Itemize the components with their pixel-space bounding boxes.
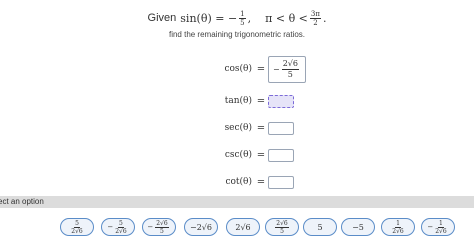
given-bound-numerator: 3π: [309, 9, 321, 19]
cos-answer-field[interactable]: − 2√6 5: [268, 55, 306, 83]
chip-text: 5: [317, 222, 323, 232]
row-tan: tan(θ) =: [0, 89, 474, 113]
sec-label: sec(θ): [224, 123, 252, 133]
tan-label: tan(θ): [224, 96, 252, 106]
given-statement: Given sin(θ) = − 1 5 , π < θ < 3π 2 .: [0, 6, 474, 30]
options-header: ect an option: [0, 196, 474, 208]
given-label: Given: [147, 12, 177, 24]
cot-label: cot(θ): [225, 177, 252, 187]
given-bound-fraction: 3π 2: [309, 9, 321, 27]
option-chip-2sqrt6[interactable]: 2√6: [226, 218, 260, 236]
row-cot: cot(θ) =: [0, 170, 474, 194]
options-label: ect an option: [0, 197, 44, 206]
chip-text: −2√6: [190, 222, 212, 232]
cos-answer-numerator: 2√6: [281, 58, 299, 70]
chip-numerator: 1: [395, 219, 401, 228]
chip-denominator: 2√6: [115, 227, 127, 235]
option-chip-neg-2sqrt6-over-5[interactable]: − 2√6 5: [142, 218, 176, 236]
chip-fraction: 2√6 5: [155, 219, 169, 235]
row-cos: cos(θ) = − 2√6 5: [0, 55, 474, 83]
chip-fraction: 1 2√6: [435, 220, 446, 235]
chip-sign: −: [107, 223, 114, 231]
chip-fraction: 5 2√6: [115, 220, 126, 235]
given-sin-fraction: 1 5: [239, 9, 246, 27]
given-sin-numerator: 1: [239, 9, 246, 19]
option-chip-neg-5[interactable]: −5: [341, 218, 375, 236]
option-chip-5[interactable]: 5: [303, 218, 337, 236]
sec-answer-field[interactable]: [268, 121, 294, 135]
cos-answer-denominator: 5: [287, 69, 293, 79]
chip-denominator: 2√6: [392, 227, 404, 235]
chip-fraction: 2√6 5: [275, 219, 289, 235]
sec-equals: =: [256, 122, 266, 134]
chip-numerator: 5: [118, 219, 124, 228]
option-chip-5-over-2sqrt6[interactable]: 5 2√6: [60, 218, 94, 236]
chip-sign: −: [427, 223, 434, 231]
csc-label: csc(θ): [224, 150, 252, 160]
option-chip-neg-1-over-2sqrt6[interactable]: − 1 2√6: [421, 218, 455, 236]
given-condition: , π < θ <: [247, 11, 308, 25]
chip-text: −5: [352, 222, 364, 232]
given-period: .: [322, 11, 327, 25]
chip-fraction: 1 2√6: [392, 220, 403, 235]
csc-answer-field[interactable]: [268, 148, 294, 162]
cos-answer-fraction: 2√6 5: [281, 58, 299, 80]
cos-label: cos(θ): [224, 64, 252, 74]
row-sec: sec(θ) =: [0, 116, 474, 140]
option-chips: 5 2√6 − 5 2√6 − 2√6 5 −2√6 2√6 2√6 5 5 −…: [0, 218, 474, 238]
cot-equals: =: [256, 176, 266, 188]
option-chip-2sqrt6-over-5[interactable]: 2√6 5: [265, 218, 299, 236]
csc-equals: =: [256, 149, 266, 161]
cos-equals: =: [256, 63, 266, 75]
cot-answer-field[interactable]: [268, 175, 294, 189]
chip-numerator: 1: [438, 219, 444, 228]
tan-answer-field[interactable]: [268, 94, 294, 108]
chip-denominator: 5: [280, 227, 284, 235]
chip-denominator: 5: [160, 227, 164, 235]
chip-denominator: 2√6: [435, 227, 447, 235]
given-sin-denominator: 5: [240, 18, 245, 27]
chip-fraction: 5 2√6: [71, 220, 82, 235]
option-chip-neg-5-over-2sqrt6[interactable]: − 5 2√6: [101, 218, 135, 236]
option-chip-1-over-2sqrt6[interactable]: 1 2√6: [381, 218, 415, 236]
row-csc: csc(θ) =: [0, 143, 474, 167]
instruction-text: find the remaining trigonometric ratios.: [168, 30, 306, 39]
cos-answer-sign: −: [273, 64, 280, 74]
chip-text: 2√6: [235, 222, 251, 232]
chip-sign: −: [147, 223, 154, 231]
chip-numerator: 2√6: [275, 219, 289, 228]
chip-numerator: 2√6: [155, 219, 169, 228]
option-chip-neg-2sqrt6[interactable]: −2√6: [184, 218, 218, 236]
chip-numerator: 5: [74, 219, 80, 228]
chip-denominator: 2√6: [71, 227, 83, 235]
tan-equals: =: [256, 95, 266, 107]
given-bound-denominator: 2: [313, 18, 318, 27]
given-sin-expr: sin(θ) = −: [180, 11, 238, 25]
